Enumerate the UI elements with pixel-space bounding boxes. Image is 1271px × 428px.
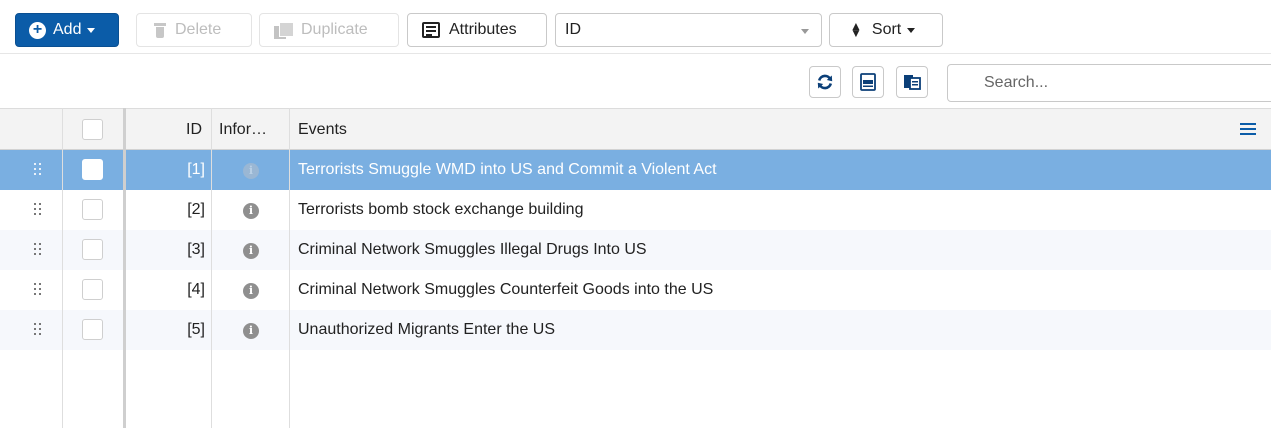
- delete-button[interactable]: Delete: [136, 13, 252, 47]
- chevron-down-icon: [801, 29, 809, 34]
- row-event: Criminal Network Smuggles Counterfeit Go…: [298, 281, 714, 298]
- row-id: [2]: [187, 201, 205, 218]
- info-icon[interactable]: i: [243, 203, 259, 219]
- column-select[interactable]: ID: [555, 13, 822, 47]
- attributes-button-label: Attributes: [449, 21, 517, 38]
- row-id: [4]: [187, 281, 205, 298]
- list-icon: [422, 22, 440, 38]
- drag-handle-icon[interactable]: [34, 323, 42, 337]
- row-checkbox[interactable]: [82, 159, 103, 180]
- column-header-events[interactable]: Events: [298, 121, 347, 139]
- export-xlsx-icon: [860, 73, 876, 91]
- refresh-button[interactable]: [809, 66, 841, 98]
- plus-circle-icon: +: [29, 21, 46, 39]
- duplicate-button-label: Duplicate: [301, 21, 368, 38]
- row-id: [1]: [187, 161, 205, 178]
- row-event: Terrorists bomb stock exchange building: [298, 201, 584, 218]
- row-checkbox[interactable]: [82, 239, 103, 260]
- row-checkbox[interactable]: [82, 319, 103, 340]
- duplicate-icon: [274, 21, 294, 39]
- drag-handle-icon[interactable]: [34, 163, 42, 177]
- grid-header: ID Infor… Events: [0, 108, 1271, 150]
- row-checkbox[interactable]: [82, 199, 103, 220]
- column-menu-icon[interactable]: [1240, 123, 1256, 136]
- row-event: Criminal Network Smuggles Illegal Drugs …: [298, 241, 647, 258]
- refresh-icon: [817, 74, 833, 90]
- column-header-id[interactable]: ID: [186, 121, 202, 139]
- row-event: Terrorists Smuggle WMD into US and Commi…: [298, 161, 717, 178]
- export-xlsx-button[interactable]: [852, 66, 884, 98]
- column-divider: [211, 108, 212, 428]
- drag-handle-icon[interactable]: [34, 203, 42, 217]
- info-icon[interactable]: i: [243, 163, 259, 179]
- row-event: Unauthorized Migrants Enter the US: [298, 321, 556, 338]
- toolbar: + Add Delete Duplicate Attributes ID ▲ ▼ …: [0, 0, 1271, 60]
- copy-button[interactable]: [896, 66, 928, 98]
- delete-button-label: Delete: [175, 21, 222, 38]
- copy-icon: [904, 75, 921, 90]
- sort-button-label: Sort: [871, 21, 902, 38]
- select-all-checkbox[interactable]: [82, 119, 103, 140]
- table-row[interactable]: [2] i Terrorists bomb stock exchange bui…: [0, 190, 1271, 230]
- drag-handle-icon[interactable]: [34, 243, 42, 257]
- table-row[interactable]: [1] i Terrorists Smuggle WMD into US and…: [0, 150, 1271, 190]
- attributes-button[interactable]: Attributes: [407, 13, 547, 47]
- info-icon[interactable]: i: [243, 323, 259, 339]
- toolbar-divider: [0, 53, 1271, 54]
- table-row[interactable]: [4] i Criminal Network Smuggles Counterf…: [0, 270, 1271, 310]
- drag-handle-icon[interactable]: [34, 283, 42, 297]
- add-button[interactable]: + Add: [15, 13, 119, 47]
- trash-icon: [154, 22, 166, 38]
- column-divider: [289, 108, 290, 428]
- table-row[interactable]: [5] i Unauthorized Migrants Enter the US: [0, 310, 1271, 350]
- row-id: [5]: [187, 321, 205, 338]
- column-select-value: ID: [565, 21, 581, 38]
- column-divider: [62, 108, 63, 428]
- row-checkbox[interactable]: [82, 279, 103, 300]
- duplicate-button[interactable]: Duplicate: [259, 13, 399, 47]
- chevron-down-icon: [87, 27, 96, 33]
- add-button-label: Add: [53, 21, 82, 38]
- data-grid: ID Infor… Events [1] i Terrorists Smuggl…: [0, 108, 1271, 428]
- table-row[interactable]: [3] i Criminal Network Smuggles Illegal …: [0, 230, 1271, 270]
- info-icon[interactable]: i: [243, 243, 259, 259]
- row-id: [3]: [187, 241, 205, 258]
- sort-icon: ▲ ▼: [850, 19, 862, 40]
- column-header-info[interactable]: Infor…: [219, 121, 267, 139]
- frozen-column-divider[interactable]: [123, 108, 126, 428]
- sort-button[interactable]: ▲ ▼ Sort: [829, 13, 943, 47]
- info-icon[interactable]: i: [243, 283, 259, 299]
- search-input[interactable]: [947, 64, 1271, 102]
- chevron-down-icon: [907, 27, 916, 33]
